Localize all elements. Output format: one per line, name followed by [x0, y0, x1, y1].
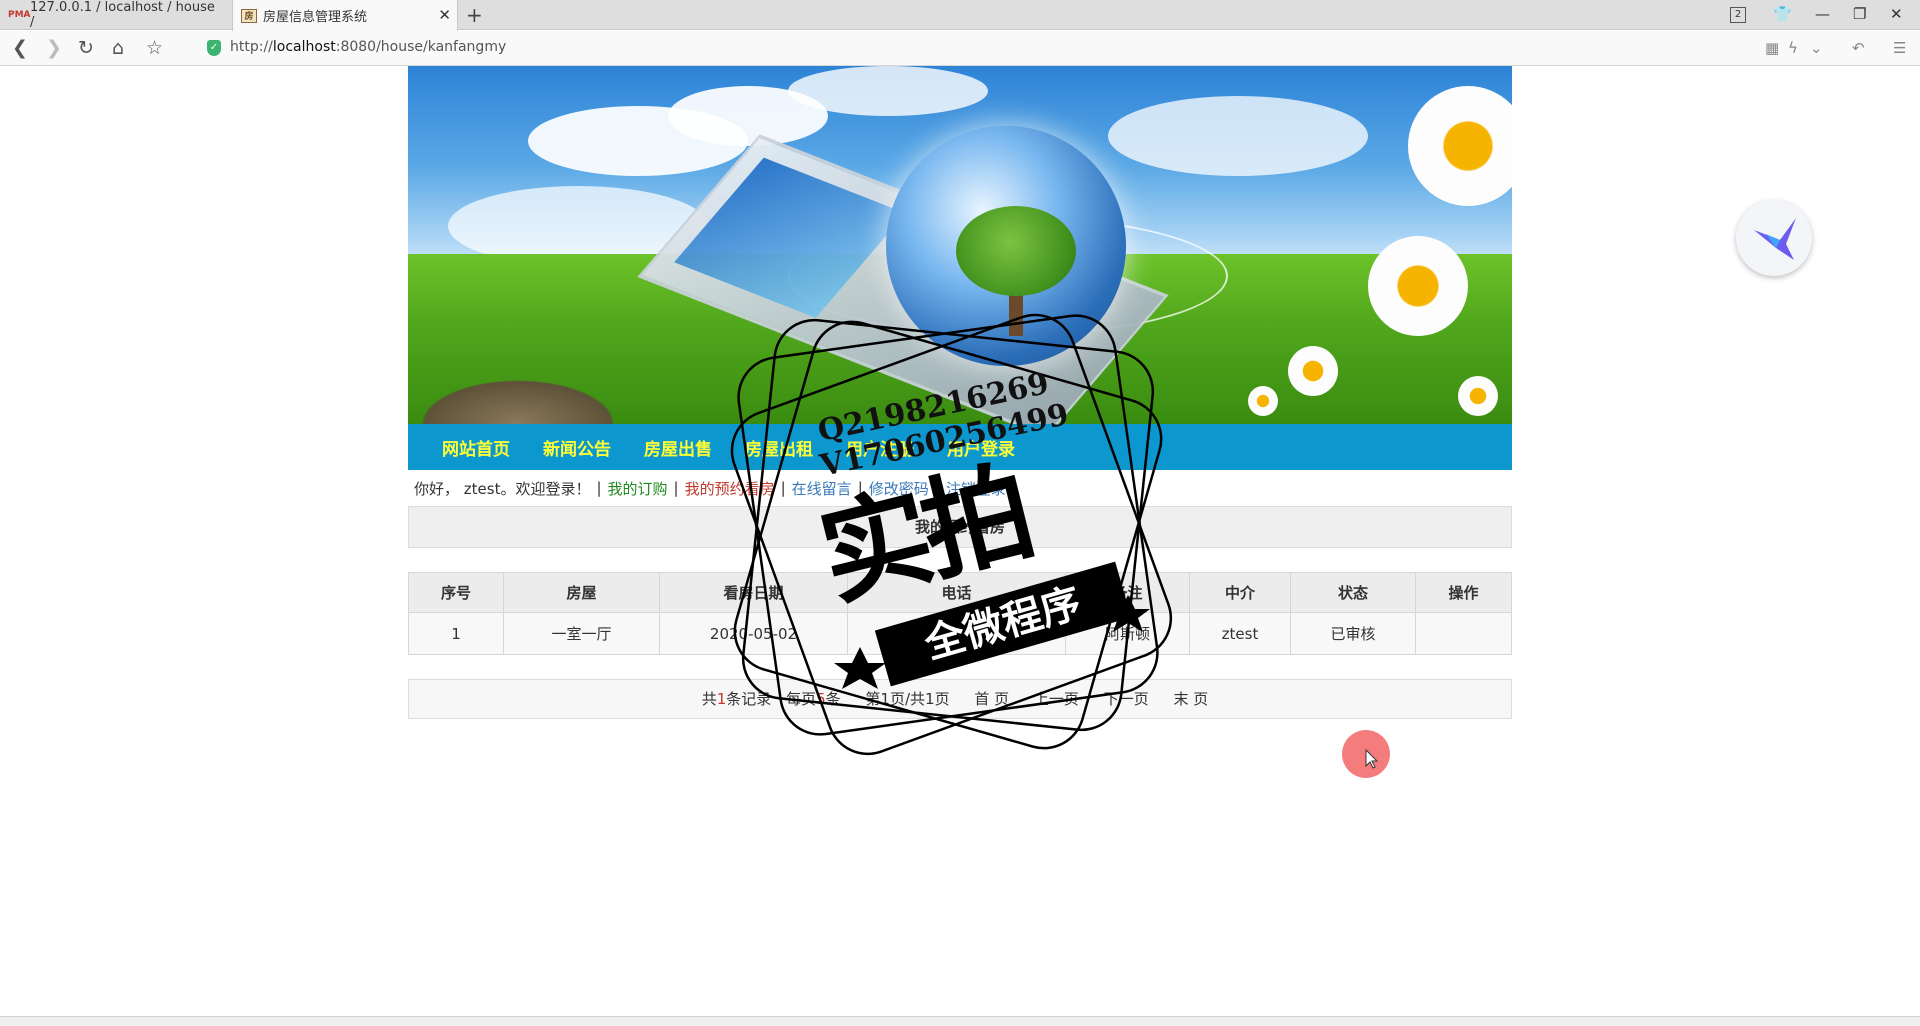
- forward-icon[interactable]: ❯: [46, 37, 62, 59]
- col-status: 状态: [1290, 572, 1416, 613]
- restore-icon[interactable]: ❐: [1853, 5, 1866, 23]
- link-message[interactable]: 在线留言: [792, 478, 852, 499]
- section-title: 我的预约看房: [408, 506, 1512, 548]
- bookmark-star-icon[interactable]: ☆: [146, 37, 163, 59]
- table-header-row: 序号 房屋 看房日期 电话 备注 中介 状态 操作: [408, 572, 1512, 613]
- cell-house: 一室一厅: [503, 612, 660, 655]
- col-agent: 中介: [1189, 572, 1291, 613]
- user-welcome-bar: 你好， ztest。欢迎登录！ | 我的订购 | 我的预约看房 | 在线留言 |…: [414, 478, 1006, 499]
- tab-label: 127.0.0.1 / localhost / house /: [30, 0, 215, 30]
- col-phone: 电话: [847, 572, 1066, 613]
- minimize-icon[interactable]: —: [1815, 5, 1830, 23]
- menu-login[interactable]: 用户登录: [947, 435, 1015, 460]
- cell-status: 已审核: [1290, 612, 1416, 655]
- pager-last-button[interactable]: 末 页: [1174, 690, 1209, 708]
- cell-remark: 阿斯顿: [1065, 612, 1190, 655]
- lightning-icon[interactable]: ϟ: [1788, 39, 1798, 57]
- col-date: 看房日期: [659, 572, 848, 613]
- menu-house-rent[interactable]: 房屋出租: [745, 435, 813, 460]
- col-index: 序号: [408, 572, 504, 613]
- back-icon[interactable]: ❮: [12, 37, 28, 59]
- link-change-password[interactable]: 修改密码: [869, 478, 929, 499]
- menu-icon[interactable]: ☰: [1893, 39, 1906, 57]
- house-site-icon: 房: [241, 8, 257, 23]
- pager-prev-button[interactable]: 上一页: [1034, 690, 1079, 708]
- home-icon[interactable]: ⌂: [112, 37, 124, 59]
- new-tab-icon[interactable]: +: [466, 3, 483, 27]
- cursor-highlight: [1342, 730, 1390, 778]
- menu-house-sale[interactable]: 房屋出售: [644, 435, 712, 460]
- page-container: 网站首页 新闻公告 房屋出售 房屋出租 用户注册 用户登录 你好， ztest。…: [408, 66, 1512, 719]
- tab-phpmyadmin[interactable]: PMA 127.0.0.1 / localhost / house /: [0, 0, 230, 30]
- browser-tab-bar: PMA 127.0.0.1 / localhost / house / 房 房屋…: [0, 0, 1920, 31]
- menu-home[interactable]: 网站首页: [442, 435, 510, 460]
- col-action: 操作: [1415, 572, 1512, 613]
- main-menu: 网站首页 新闻公告 房屋出售 房屋出租 用户注册 用户登录: [408, 424, 1512, 470]
- pager-total: 共1条记录: [701, 690, 772, 708]
- link-logout[interactable]: 注销登录: [946, 478, 1006, 499]
- table-row: 1 一室一厅 2020-05-02 18300000000 阿斯顿 ztest …: [408, 612, 1512, 655]
- tab-house-system[interactable]: 房 房屋信息管理系统 ✕: [232, 0, 458, 31]
- menu-news[interactable]: 新闻公告: [543, 435, 611, 460]
- phpmyadmin-icon: PMA: [8, 10, 31, 20]
- reload-icon[interactable]: ↻: [78, 37, 94, 59]
- pager-per-page: 每页5条: [786, 690, 841, 708]
- pager-page-info: 第1页/共1页: [865, 690, 950, 708]
- tree-image: [956, 206, 1076, 296]
- cell-date: 2020-05-02: [659, 612, 848, 655]
- cell-index: 1: [408, 612, 504, 655]
- col-remark: 备注: [1065, 572, 1190, 613]
- tab-label: 房屋信息管理系统: [263, 10, 368, 25]
- close-tab-icon[interactable]: ✕: [438, 6, 451, 24]
- pager-first-button[interactable]: 首 页: [974, 690, 1009, 708]
- window-count-badge[interactable]: 2: [1730, 7, 1746, 23]
- undo-icon[interactable]: ↶: [1852, 39, 1865, 57]
- chevron-down-icon[interactable]: ⌄: [1810, 39, 1823, 57]
- welcome-greeting: 你好， ztest。欢迎登录！: [414, 479, 591, 498]
- pager-next-button[interactable]: 下一页: [1104, 690, 1149, 708]
- link-my-viewings[interactable]: 我的预约看房: [685, 478, 775, 499]
- close-window-icon[interactable]: ✕: [1890, 5, 1903, 23]
- viewing-table: 序号 房屋 看房日期 电话 备注 中介 状态 操作 1 一室一厅 2020-05…: [408, 572, 1512, 655]
- qr-icon[interactable]: ▦: [1765, 39, 1779, 57]
- header-banner: [408, 66, 1512, 424]
- secure-shield-icon: ✓: [207, 40, 221, 56]
- pagination: 共1条记录 每页5条 第1页/共1页 首 页 上一页 下一页 末 页: [408, 679, 1512, 719]
- address-bar: ❮ ❯ ↻ ⌂ ☆ ✓ http://localhost:8080/house/…: [0, 31, 1920, 66]
- skin-icon[interactable]: 👕: [1773, 5, 1792, 23]
- menu-register[interactable]: 用户注册: [846, 435, 914, 460]
- floating-assistant-bird-icon[interactable]: [1736, 200, 1812, 276]
- col-house: 房屋: [503, 572, 660, 613]
- status-bar: [0, 1016, 1920, 1026]
- cell-phone: 18300000000: [847, 612, 1066, 655]
- url-field[interactable]: http://localhost:8080/house/kanfangmy: [230, 39, 506, 55]
- cell-action[interactable]: [1415, 612, 1512, 655]
- cell-agent: ztest: [1189, 612, 1291, 655]
- link-my-orders[interactable]: 我的订购: [608, 478, 668, 499]
